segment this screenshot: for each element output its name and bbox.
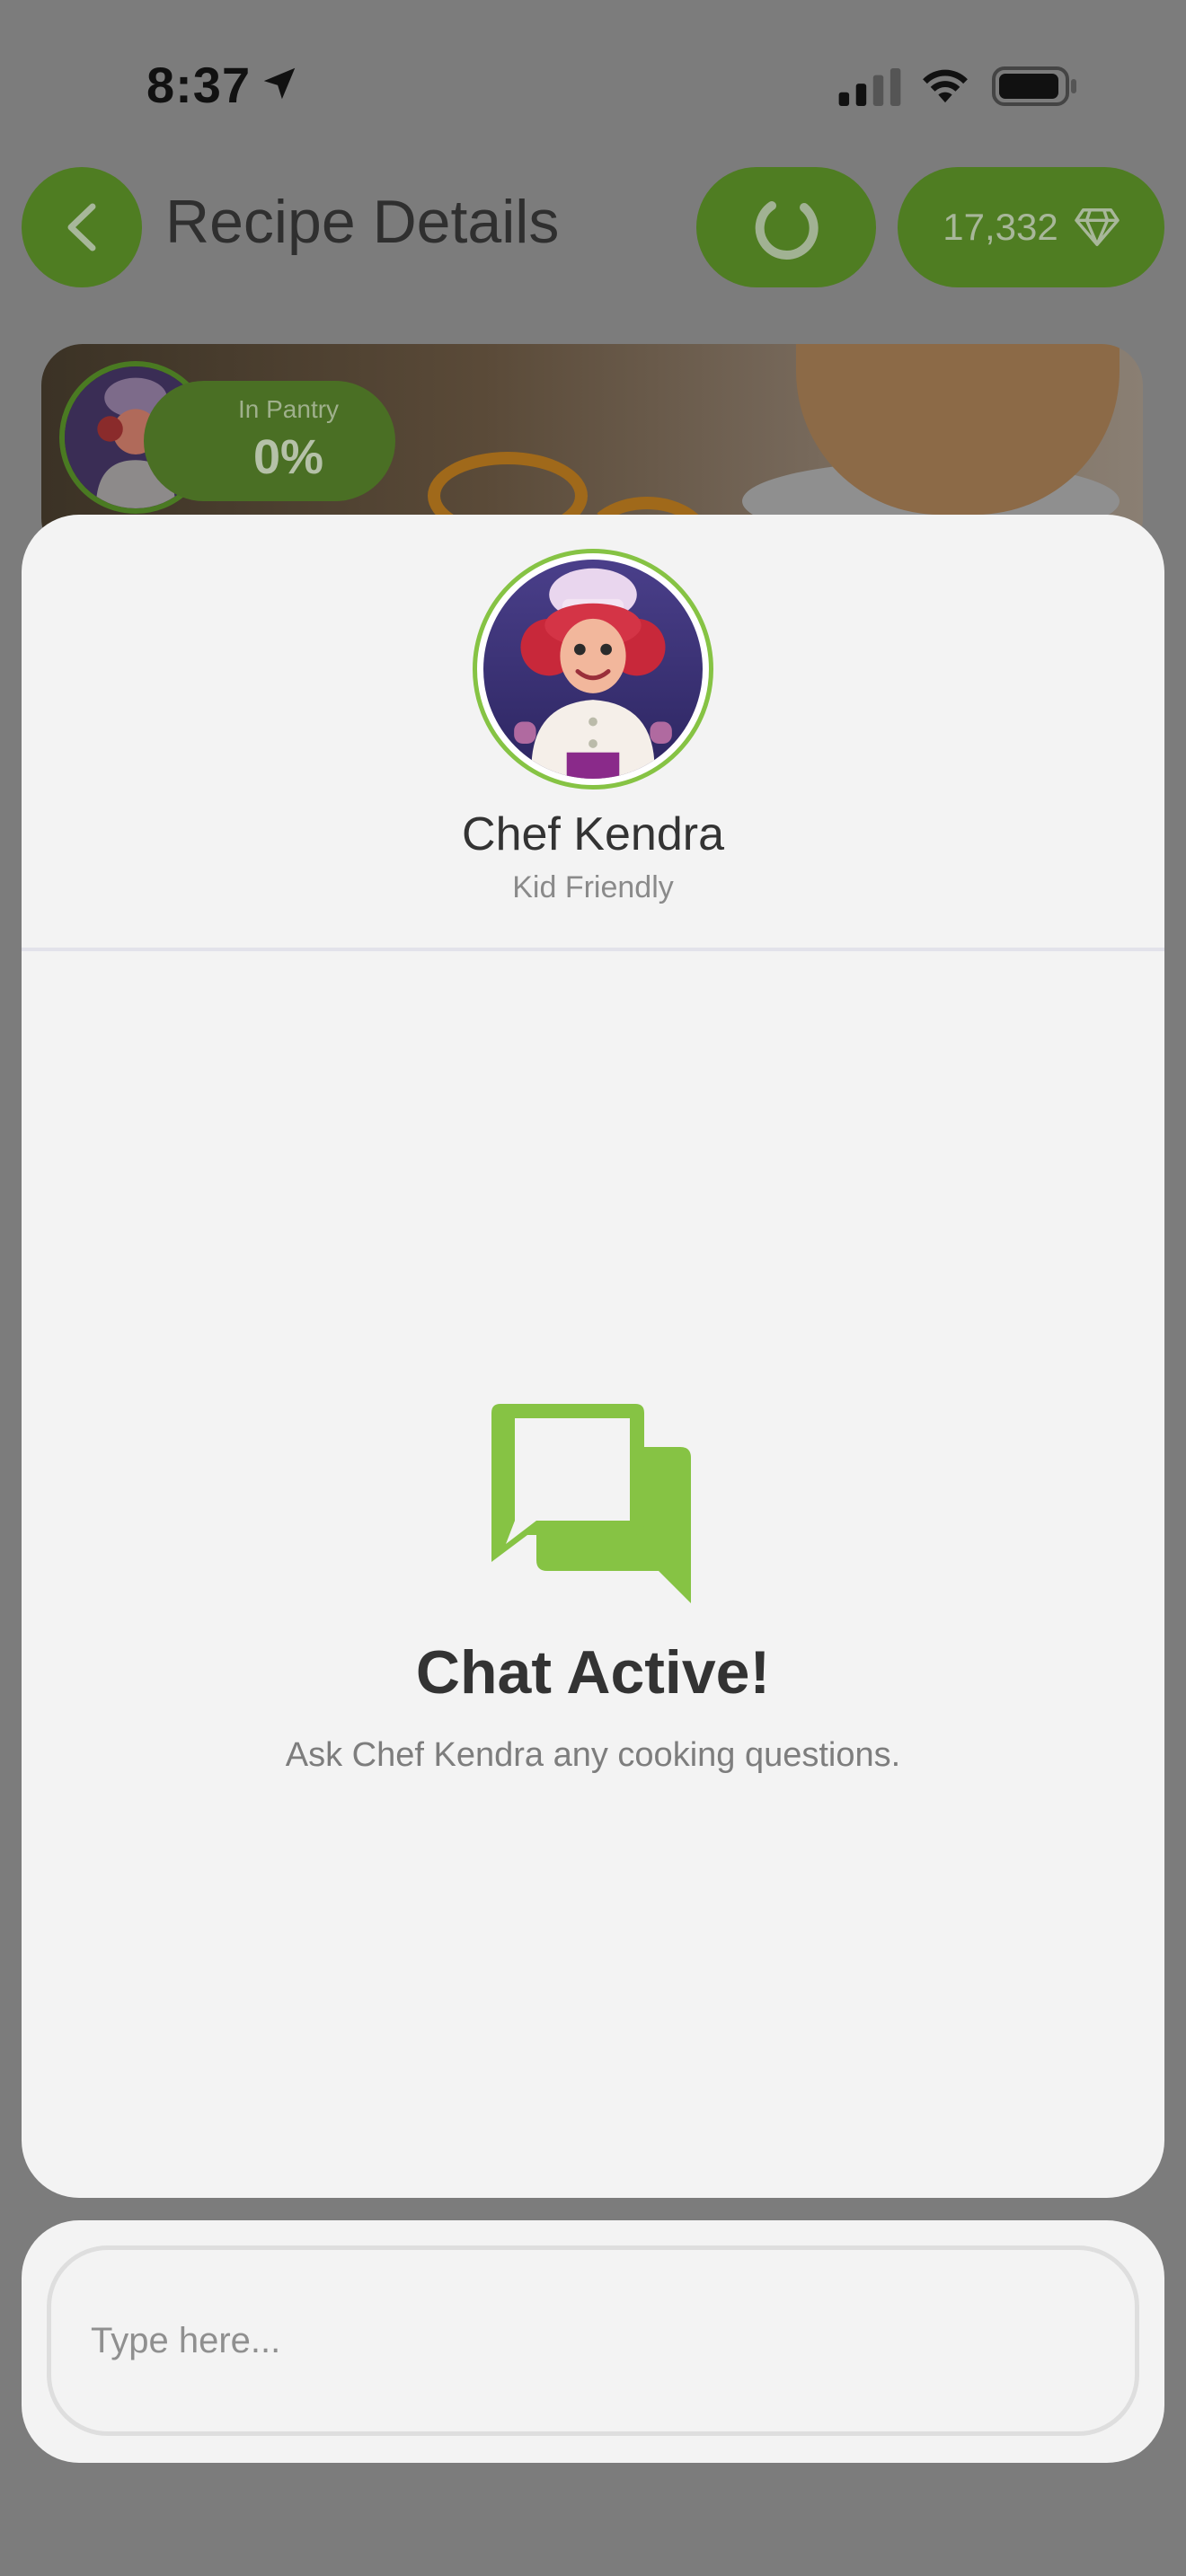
loading-spinner-icon — [755, 201, 819, 260]
pantry-label: In Pantry — [238, 395, 340, 423]
location-arrow-icon — [263, 67, 296, 100]
chef-subtitle: Kid Friendly — [512, 870, 674, 904]
status-bar: 8:37 — [0, 0, 1186, 171]
status-time: 8:37 — [146, 57, 252, 113]
chat-message-input[interactable] — [47, 2245, 1139, 2436]
cellular-signal-icon — [838, 68, 901, 106]
chevron-left-icon — [67, 203, 96, 251]
divider — [22, 948, 1164, 951]
page-title: Recipe Details — [165, 188, 560, 256]
chef-name: Chef Kendra — [462, 808, 724, 860]
battery-icon — [992, 66, 1076, 106]
gems-button[interactable]: 17,332 — [898, 167, 1164, 287]
diamond-icon — [1074, 208, 1120, 246]
refresh-button[interactable] — [696, 167, 876, 287]
pantry-value: 0% — [253, 430, 324, 484]
chef-avatar — [473, 549, 713, 790]
chat-input-container — [22, 2220, 1164, 2463]
back-button[interactable] — [22, 167, 142, 287]
chat-status-title: Chat Active! — [415, 1638, 771, 1707]
chat-bubbles-icon — [491, 1404, 691, 1603]
wifi-icon — [923, 69, 968, 103]
chat-status-description: Ask Chef Kendra any cooking questions. — [285, 1736, 901, 1774]
gems-count: 17,332 — [943, 206, 1058, 248]
chef-portrait-icon — [483, 560, 703, 779]
chat-sheet: Chef Kendra Kid Friendly Chat Active! As… — [22, 515, 1164, 2198]
